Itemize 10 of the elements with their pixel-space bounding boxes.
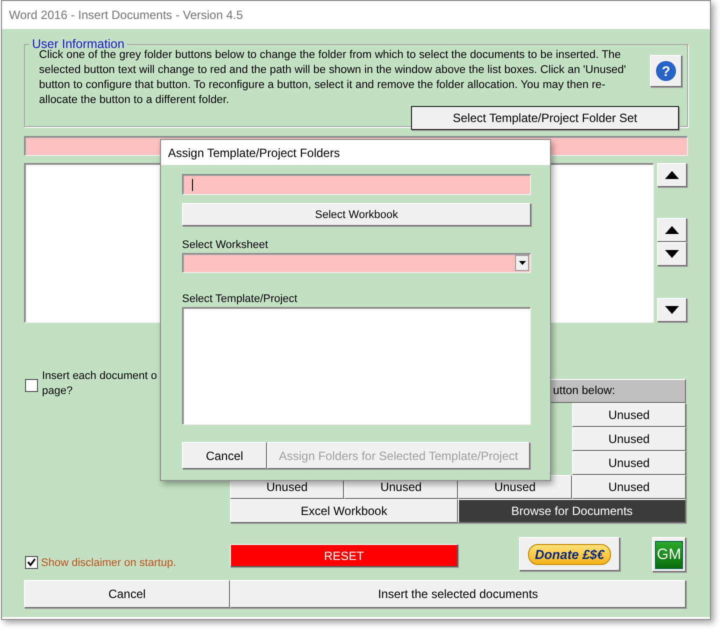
field-label: Select Worksheet (182, 239, 268, 251)
field-label: Select Template/Project (182, 293, 298, 305)
checkbox-label: Insert each document o page? (42, 369, 157, 399)
group-title: User Information (31, 37, 126, 51)
help-icon: ? (656, 61, 676, 81)
window-title: Word 2016 - Insert Documents - Version 4.5 (2, 1, 710, 29)
checkbox-label: Show disclaimer on startup. (41, 557, 176, 569)
instructions-text: Click one of the grey folder buttons below to change the folder from which to select the documents to be inserted. The selected button text will change to red and the path will be shown in the window above the list boxes. Click an 'Unused' button to configure that button. To reconfigure a button, select it and remove the folder allocation. You may then re-allocate the button to a different folder. (39, 48, 627, 108)
dialog-title: Assign Template/Project Folders (161, 140, 550, 165)
donate-label: Donate £$€ (528, 544, 612, 564)
